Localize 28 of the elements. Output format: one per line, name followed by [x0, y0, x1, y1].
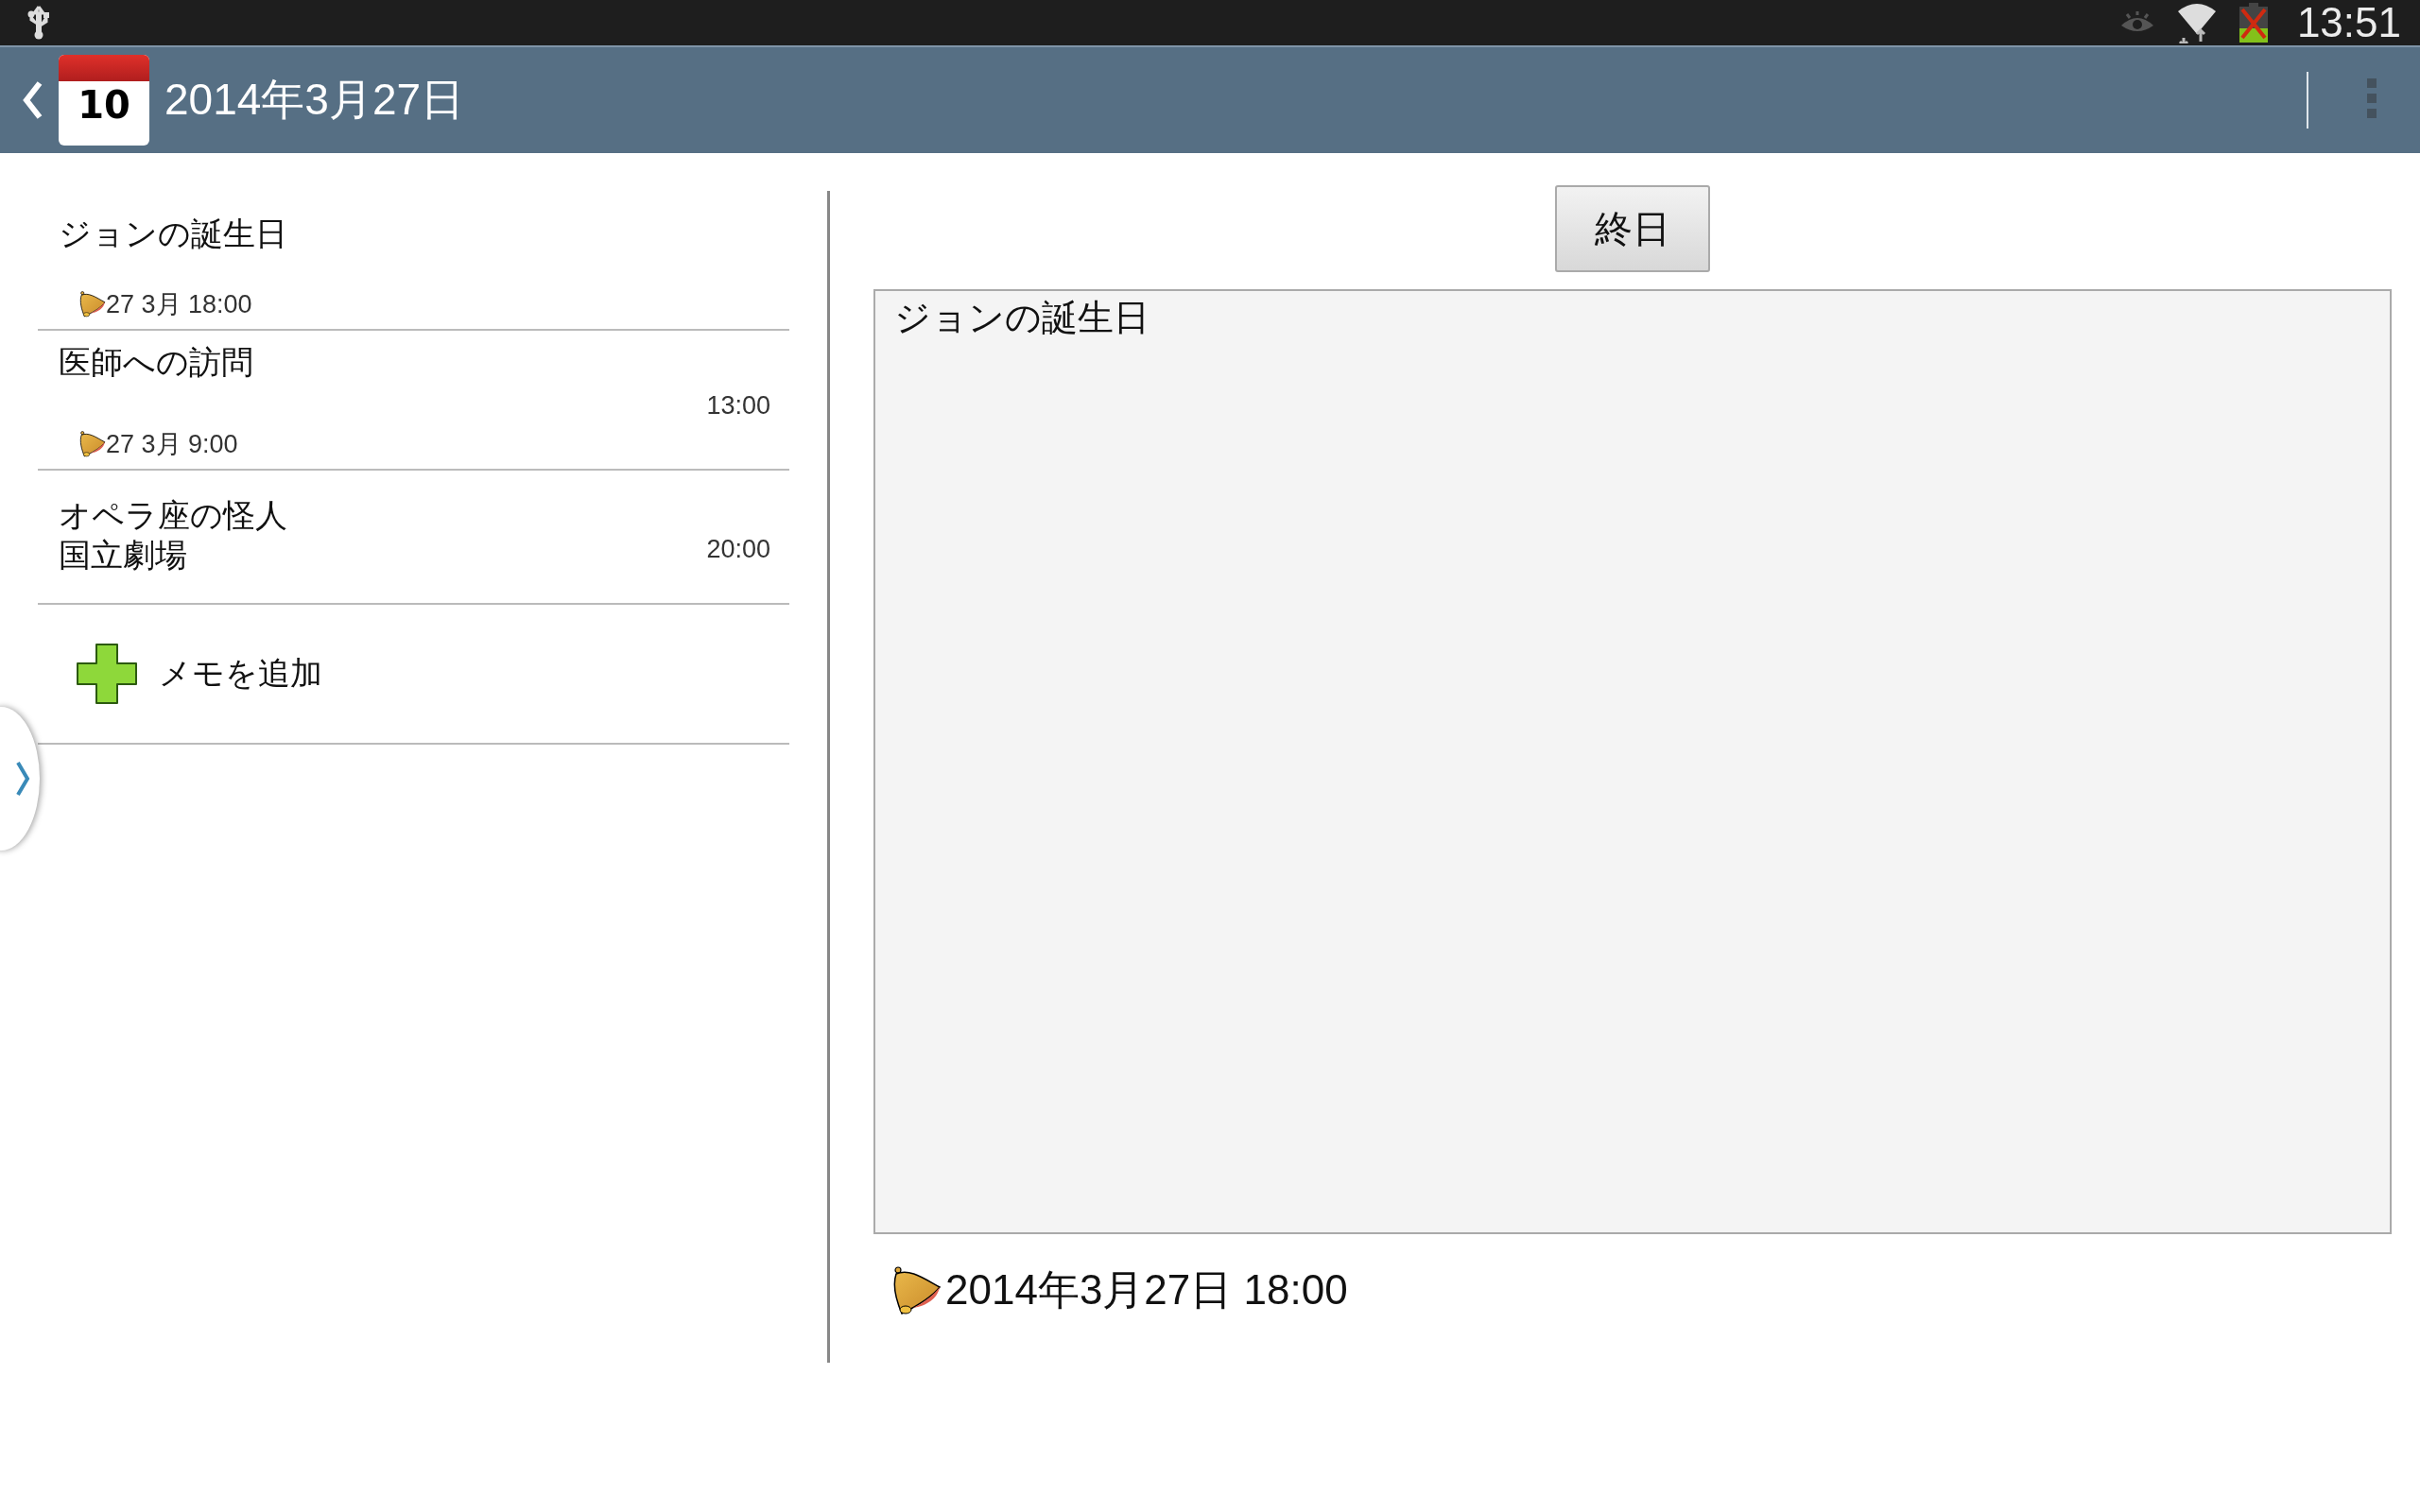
chevron-icon: [15, 760, 30, 798]
back-icon[interactable]: [23, 79, 43, 121]
event-location: 国立劇場: [59, 535, 188, 575]
event-time: 13:00: [706, 390, 770, 421]
event-time: 20:00: [706, 534, 770, 564]
add-memo-item[interactable]: メモを追加: [38, 605, 789, 745]
alarm-time: 27 3月 18:00: [106, 289, 252, 320]
event-title: オペラ座の怪人: [59, 495, 288, 535]
alarm-datetime: 2014年3月27日 18:00: [945, 1265, 1348, 1314]
calendar-app-icon[interactable]: 10: [59, 55, 149, 146]
plus-icon: [74, 641, 140, 707]
header-title: 2014年3月27日: [164, 74, 465, 126]
clock: 13:51: [2296, 0, 2401, 46]
bell-icon: [892, 1265, 942, 1315]
memo-text-area[interactable]: ジョンの誕生日: [873, 289, 2392, 1234]
event-title: ジョンの誕生日: [59, 214, 288, 253]
event-title: 医師への訪問: [59, 342, 254, 382]
bell-icon: [79, 431, 106, 457]
add-memo-label: メモを追加: [159, 653, 322, 694]
event-item[interactable]: ジョンの誕生日 27 3月 18:00: [38, 191, 789, 331]
bell-icon: [79, 291, 106, 318]
event-item[interactable]: 医師への訪問 27 3月 9:00 13:00: [38, 331, 789, 471]
battery-icon: [2238, 2, 2269, 43]
all-day-button[interactable]: 終日: [1555, 185, 1710, 272]
alarm-time: 27 3月 9:00: [106, 429, 238, 460]
usb-icon: [26, 6, 51, 40]
event-item[interactable]: オペラ座の怪人 国立劇場 20:00: [38, 471, 789, 605]
calendar-day: 10: [78, 83, 130, 127]
